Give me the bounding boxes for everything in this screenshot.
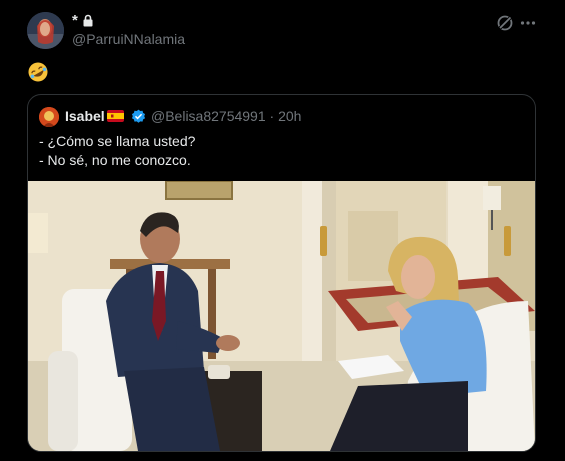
author-handle[interactable]: @ParruiNNalamia	[72, 31, 185, 47]
quoted-tweet-line: - ¿Cómo se llama usted?	[39, 133, 196, 149]
verified-badge-icon	[131, 109, 146, 123]
quoted-tweet-card[interactable]: Isabel @Belisa82754991 · 20h - ¿Cómo se …	[27, 94, 536, 452]
spain-flag-emoji	[107, 110, 124, 122]
author-avatar[interactable]	[27, 12, 64, 49]
quoted-tweet-image[interactable]	[28, 181, 535, 451]
quoted-author-display-name[interactable]: Isabel	[65, 108, 105, 124]
quoted-tweet-text: - ¿Cómo se llama usted? - No sé, no me c…	[39, 132, 195, 169]
quoted-tweet-line: - No sé, no me conozco.	[39, 151, 191, 168]
quoted-author-handle[interactable]: @Belisa82754991	[151, 108, 266, 124]
rolling-on-floor-laughing-emoji	[28, 62, 48, 82]
quoted-tweet-time[interactable]: 20h	[278, 108, 301, 124]
lock-icon	[83, 14, 93, 27]
quoted-author-avatar[interactable]	[39, 107, 59, 127]
author-display-name[interactable]: *	[72, 12, 78, 29]
more-options-icon[interactable]	[519, 14, 537, 32]
meta-separator: ·	[269, 108, 275, 124]
grok-icon[interactable]	[496, 14, 514, 32]
